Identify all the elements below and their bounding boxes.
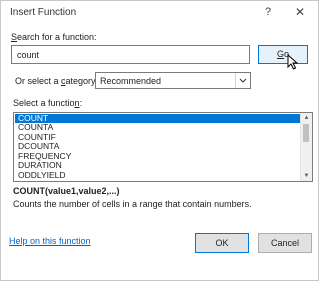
search-input[interactable]	[11, 45, 250, 64]
help-on-function-link[interactable]: Help on this function	[9, 236, 91, 246]
close-button[interactable]: ✕	[291, 4, 309, 20]
go-button[interactable]: Go	[258, 45, 308, 64]
scroll-down-arrow-icon[interactable]: ▼	[301, 171, 312, 181]
cancel-button[interactable]: Cancel	[258, 233, 312, 253]
mouse-cursor-icon	[287, 54, 299, 70]
help-button[interactable]: ?	[259, 4, 277, 20]
chevron-down-icon[interactable]	[235, 73, 250, 88]
category-label: Or select a category:	[15, 76, 99, 86]
function-syntax: COUNT(value1,value2,...)	[13, 186, 120, 196]
scroll-up-arrow-icon[interactable]: ▲	[301, 113, 312, 123]
scrollbar-thumb[interactable]	[303, 124, 309, 142]
list-item[interactable]: DCOUNTA	[15, 142, 301, 151]
list-scrollbar[interactable]: ▲ ▼	[300, 113, 312, 181]
ok-button[interactable]: OK	[195, 233, 249, 253]
search-label: Search for a function:	[11, 32, 97, 42]
functions-label: Select a function:	[13, 98, 83, 108]
function-description: Counts the number of cells in a range th…	[13, 199, 252, 209]
category-select[interactable]: Recommended	[95, 72, 251, 89]
dialog-title: Insert Function	[10, 7, 77, 18]
insert-function-dialog: Insert Function ? ✕ Search for a functio…	[0, 0, 319, 281]
list-item[interactable]: COUNTA	[15, 123, 301, 132]
function-list[interactable]: COUNT COUNTA COUNTIF DCOUNTA FREQUENCY D…	[13, 112, 313, 182]
category-select-value: Recommended	[100, 76, 162, 86]
list-item[interactable]: DURATION	[15, 161, 301, 170]
title-bar: Insert Function ? ✕	[1, 1, 318, 25]
list-item[interactable]: ODDLYIELD	[15, 170, 301, 180]
list-item[interactable]: COUNT	[15, 114, 301, 123]
